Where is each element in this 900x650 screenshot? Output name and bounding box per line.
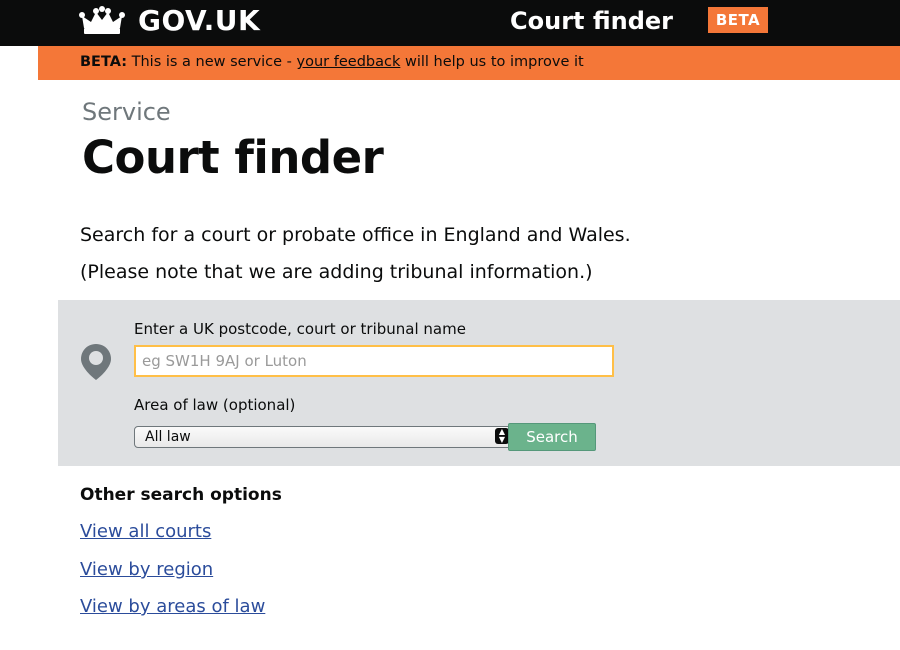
service-name[interactable]: Court finder <box>510 4 673 38</box>
view-all-courts-link[interactable]: View all courts <box>80 521 211 542</box>
phase-text-before: This is a new service - <box>131 54 292 70</box>
feedback-link[interactable]: your feedback <box>297 54 401 70</box>
global-header: GOV.UK Court finder BETA <box>0 0 900 46</box>
phase-banner: BETA: This is a new service - your feedb… <box>38 46 900 80</box>
search-button[interactable]: Search <box>508 423 596 451</box>
page-title: Court finder <box>82 131 384 184</box>
govuk-logo-text[interactable]: GOV.UK <box>138 4 260 38</box>
view-by-region-link[interactable]: View by region <box>80 559 213 580</box>
intro-text: Search for a court or probate office in … <box>80 224 631 246</box>
search-input[interactable] <box>134 345 614 377</box>
phase-banner-text: BETA: This is a new service - your feedb… <box>80 54 584 70</box>
view-by-areas-of-law-link[interactable]: View by areas of law <box>80 596 265 617</box>
area-of-law-label: Area of law (optional) <box>134 396 296 414</box>
area-of-law-value: All law <box>145 429 191 445</box>
map-pin-icon <box>81 344 111 380</box>
search-panel: Enter a UK postcode, court or tribunal n… <box>58 300 900 466</box>
page-caption: Service <box>82 98 171 126</box>
tribunal-note: (Please note that we are adding tribunal… <box>80 261 593 283</box>
area-of-law-select[interactable]: All law ▲ ▼ <box>134 426 514 448</box>
other-search-heading: Other search options <box>80 485 282 505</box>
search-label: Enter a UK postcode, court or tribunal n… <box>134 320 466 338</box>
beta-tag: BETA <box>708 7 768 33</box>
crown-icon <box>79 6 125 34</box>
phase-text-after: will help us to improve it <box>404 54 584 70</box>
select-arrows-icon: ▲ ▼ <box>495 428 509 444</box>
phase-label: BETA: <box>80 54 128 70</box>
